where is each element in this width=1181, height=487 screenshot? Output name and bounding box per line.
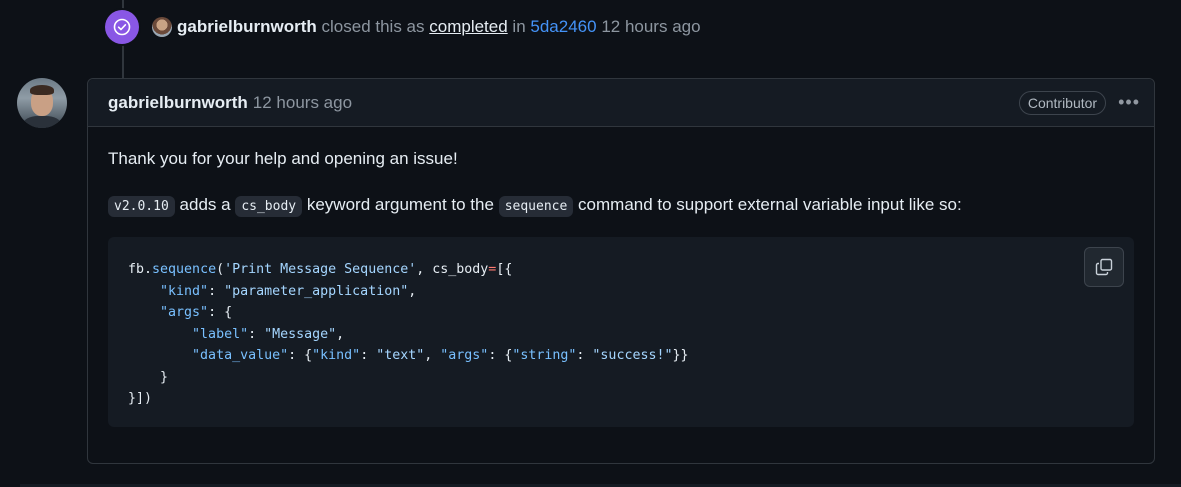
comment-timestamp[interactable]: 12 hours ago xyxy=(253,93,352,113)
comment-body: Thank you for your help and opening an i… xyxy=(88,127,1154,447)
inline-code-cmd: sequence xyxy=(498,196,574,217)
contributor-badge: Contributor xyxy=(1018,90,1107,115)
copy-button[interactable] xyxy=(1084,247,1124,287)
comment-author-avatar[interactable] xyxy=(17,78,67,128)
event-author-link[interactable]: gabrielburnworth xyxy=(177,17,317,36)
comment-box: gabrielburnworth 12 hours ago Contributo… xyxy=(87,78,1155,464)
event-avatar[interactable] xyxy=(152,17,172,37)
commit-link[interactable]: 5da2460 xyxy=(530,17,596,36)
kebab-horizontal-icon[interactable]: ••• xyxy=(1118,92,1140,113)
comment-paragraph-2: v2.0.10 adds a cs_body keyword argument … xyxy=(108,193,1134,219)
event-in: in xyxy=(512,17,526,36)
event-action: closed this as xyxy=(321,17,425,36)
event-text: gabrielburnworth closed this as complete… xyxy=(177,17,701,37)
comment-author-link[interactable]: gabrielburnworth xyxy=(108,93,248,113)
inline-code-arg: cs_body xyxy=(235,196,303,217)
comment-paragraph-1: Thank you for your help and opening an i… xyxy=(108,149,458,168)
code-block: fb.sequence('Print Message Sequence', cs… xyxy=(108,237,1134,427)
code-content: fb.sequence('Print Message Sequence', cs… xyxy=(128,262,689,406)
comment-header: gabrielburnworth 12 hours ago Contributo… xyxy=(88,79,1154,127)
completed-link[interactable]: completed xyxy=(429,17,507,36)
closed-check-icon xyxy=(105,10,139,44)
close-event: gabrielburnworth closed this as complete… xyxy=(105,10,701,44)
event-time[interactable]: 12 hours ago xyxy=(601,17,700,36)
copy-icon xyxy=(1095,258,1113,276)
inline-code-version: v2.0.10 xyxy=(108,196,175,217)
